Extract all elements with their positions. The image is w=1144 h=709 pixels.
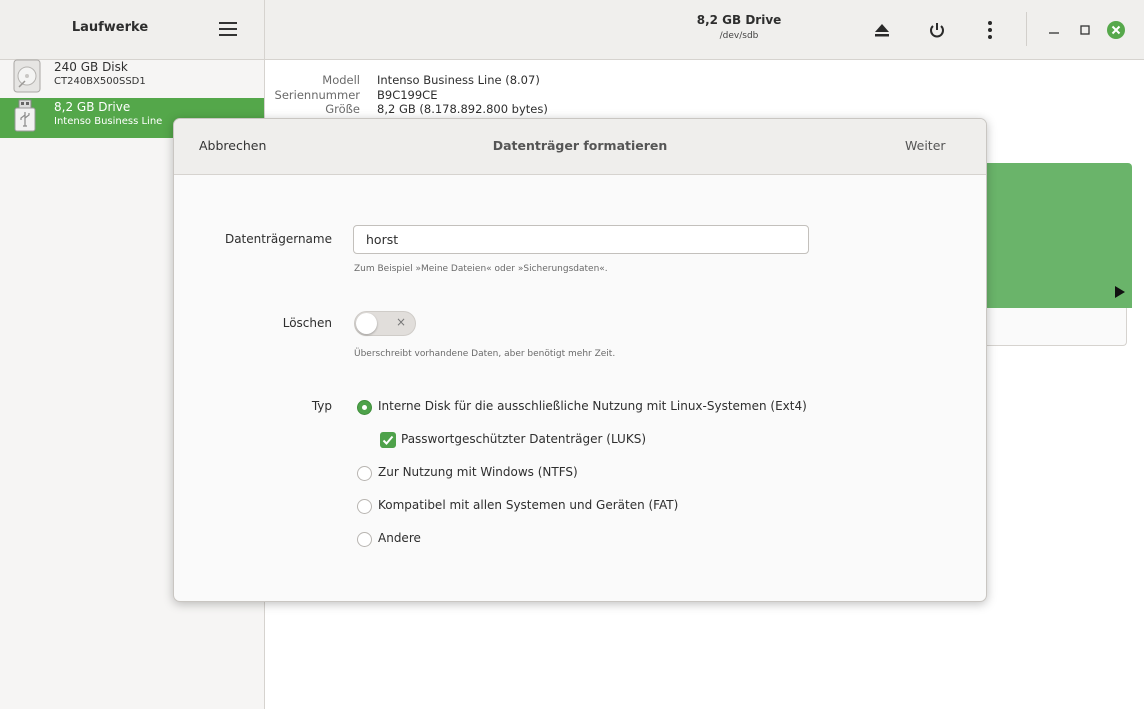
drive-item-240gb-disk[interactable]: 240 GB Disk CT240BX500SSD1 (0, 58, 264, 98)
hard-disk-icon (13, 59, 41, 93)
drive-name: 8,2 GB Drive (54, 100, 131, 114)
toggle-knob (356, 313, 377, 334)
toggle-off-icon: × (396, 315, 407, 329)
erase-toggle[interactable]: × (354, 311, 416, 336)
more-vertical-icon[interactable] (977, 17, 1003, 43)
luks-label[interactable]: Passwortgeschützter Datenträger (LUKS) (401, 432, 646, 446)
model-value: Intenso Business Line (8.07) (377, 73, 540, 87)
erase-label: Löschen (282, 316, 332, 330)
eject-icon[interactable] (869, 17, 895, 43)
volume-name-input[interactable] (353, 225, 809, 254)
power-icon[interactable] (924, 17, 950, 43)
volume-partition-block[interactable] (982, 163, 1132, 308)
maximize-icon[interactable] (1072, 17, 1098, 43)
option-ntfs-label[interactable]: Zur Nutzung mit Windows (NTFS) (378, 465, 578, 479)
luks-checkbox[interactable] (380, 432, 396, 448)
serial-label: Seriennummer (274, 87, 360, 102)
hamburger-icon[interactable] (214, 17, 242, 41)
format-disk-dialog: Abbrechen Datenträger formatieren Weiter… (173, 118, 987, 602)
volume-toolbar (982, 308, 1127, 346)
drive-info-labels: Modell Seriennummer Größe (265, 73, 360, 117)
erase-hint: Überschreibt vorhandene Daten, aber benö… (354, 349, 616, 359)
dialog-title: Datenträger formatieren (492, 138, 668, 153)
drive-model: Intenso Business Line (54, 116, 163, 127)
option-ext4-label[interactable]: Interne Disk für die ausschließliche Nut… (378, 399, 807, 413)
radio-other[interactable] (357, 532, 372, 547)
volume-name-hint: Zum Beispiel »Meine Dateien« oder »Siche… (354, 264, 608, 274)
option-other-label[interactable]: Andere (378, 531, 421, 545)
type-label: Typ (311, 399, 332, 413)
usb-drive-icon (14, 99, 36, 132)
minimize-icon[interactable] (1041, 17, 1067, 43)
drive-model: CT240BX500SSD1 (54, 76, 146, 87)
sidebar-header: Laufwerke (0, 0, 264, 60)
model-label: Modell (322, 73, 360, 87)
radio-ntfs[interactable] (357, 466, 372, 481)
volume-name-label: Datenträgername (224, 232, 332, 246)
option-fat-label[interactable]: Kompatibel mit allen Systemen und Geräte… (378, 498, 678, 512)
size-value: 8,2 GB (8.178.892.800 bytes) (377, 102, 548, 116)
radio-ext4[interactable] (357, 400, 372, 415)
drive-name: 240 GB Disk (54, 60, 128, 74)
radio-fat[interactable] (357, 499, 372, 514)
header-title: 8,2 GB Drive (696, 13, 782, 27)
play-icon[interactable] (1115, 286, 1125, 298)
header-subtitle: /dev/sdb (719, 31, 759, 41)
header-bar: 8,2 GB Drive /dev/sdb (265, 0, 1144, 60)
next-button[interactable]: Weiter (905, 138, 946, 153)
drive-info-values: Intenso Business Line (8.07) B9C199CE 8,… (377, 73, 548, 117)
dialog-header: Abbrechen Datenträger formatieren Weiter (174, 119, 986, 175)
close-icon[interactable] (1103, 17, 1129, 43)
header-separator (1026, 12, 1027, 46)
sidebar-title: Laufwerke (71, 20, 149, 35)
serial-value: B9C199CE (377, 87, 438, 102)
check-icon (382, 435, 394, 445)
size-label: Größe (325, 102, 360, 116)
